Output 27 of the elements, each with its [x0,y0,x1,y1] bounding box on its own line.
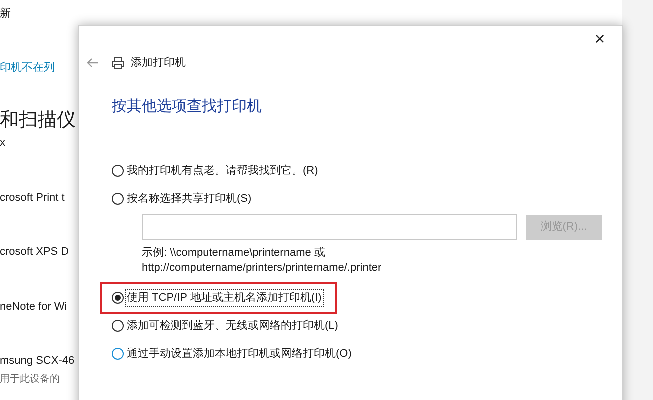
close-button[interactable]: × [588,28,612,50]
page-text: 新 [0,6,11,20]
radio-button[interactable] [112,165,124,177]
dialog-title: 添加打印机 [131,56,186,71]
device-name: neNote for Wi [0,300,68,314]
page-text: x [0,136,6,151]
printer-name-field[interactable] [142,214,517,240]
radio-label[interactable]: 添加可检测到蓝牙、无线或网络的打印机(L) [126,318,340,334]
radio-label[interactable]: 按名称选择共享打印机(S) [126,190,253,208]
settings-link[interactable]: 印机不在列 [0,60,55,76]
radio-label[interactable]: 通过手动设置添加本地打印机或网络打印机(O) [126,346,353,362]
example-text: 示例: \\computername\printername 或 [142,246,326,261]
radio-label[interactable]: 我的打印机有点老。请帮我找到它。(R) [126,162,320,180]
radio-button[interactable] [112,348,124,360]
radio-button[interactable] [112,320,124,332]
device-name: crosoft XPS D [0,245,70,260]
radio-button[interactable] [112,193,124,205]
page-text: 用于此设备的 [0,372,60,386]
device-name: msung SCX-46 [0,354,75,369]
example-text: http://computername/printers/printername/.printer [142,261,382,276]
dialog-heading: 按其他选项查找打印机 [112,96,262,116]
printer-icon [111,56,125,70]
device-name: crosoft Print t [0,190,65,206]
back-arrow-icon[interactable] [87,58,99,68]
radio-button[interactable] [112,292,124,304]
section-heading: 和扫描仪 [0,108,76,132]
radio-label[interactable]: 使用 TCP/IP 地址或主机名添加打印机(I) [126,290,323,306]
